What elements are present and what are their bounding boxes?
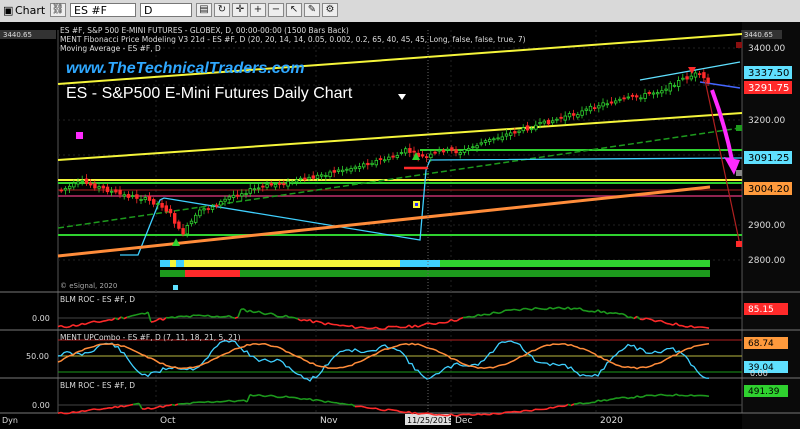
magenta-marker: [76, 132, 83, 139]
time-label: Nov: [320, 416, 338, 426]
chart-legend-line-1: ES #F, S&P 500 E-MINI FUTURES - GLOBEX, …: [60, 26, 349, 35]
crosshair-icon[interactable]: ✛: [232, 3, 248, 17]
zoom-in-icon[interactable]: +: [250, 3, 266, 17]
panel2-value-badge: 68.74: [748, 339, 774, 349]
cursor-date-label: 11/25/2019: [407, 416, 453, 425]
panel1-value-badge: 85.15: [748, 305, 774, 315]
red-end-marker: [736, 241, 742, 247]
panel2-tick: 50.00: [26, 352, 49, 361]
price-tick: 2900.00: [748, 221, 785, 231]
signal-band-top: [160, 260, 710, 267]
top-left-price: 3440.65: [3, 31, 32, 39]
toolbar: ▣ Chart ⛓ ES #F D ▤ ↻ ✛ + − ↖ ✎ ⚙: [0, 0, 800, 23]
price-tick: 3200.00: [748, 116, 785, 126]
symbol-input[interactable]: ES #F: [70, 3, 136, 17]
chart-legend-line-2: MENT Fibonacci Price Modeling V3 21d - E…: [60, 35, 526, 44]
chart-label: Chart: [15, 4, 46, 17]
darkred-end-marker: [736, 42, 742, 48]
green-end-marker: [736, 125, 742, 131]
panel1-legend: BLM ROC - ES #F, D: [60, 295, 135, 304]
top-right-price: 3440.65: [744, 31, 773, 39]
price-badge: 3091.25: [748, 153, 789, 164]
folder-icon[interactable]: ▤: [196, 3, 212, 17]
time-label: Dec: [455, 416, 472, 426]
copyright-label: © eSignal, 2020: [60, 282, 117, 290]
panel3-tick: 0.00: [32, 401, 50, 410]
watermark-url: www.TheTechnicalTraders.com: [66, 60, 305, 77]
signal-band-bottom: [160, 270, 710, 277]
chart-title: ES - S&P500 E-Mini Futures Daily Chart: [66, 85, 353, 102]
panel3-value-badge: 491.39: [748, 387, 780, 397]
panel2-legend: MENT UPCombo - ES #F, D (7, 11, 18, 21, …: [60, 333, 241, 342]
zoom-out-icon[interactable]: −: [268, 3, 284, 17]
refresh-icon[interactable]: ↻: [214, 3, 230, 17]
draw-icon[interactable]: ✎: [304, 3, 320, 17]
gray-end-marker: [736, 170, 742, 176]
price-badge: 3337.50: [748, 68, 789, 79]
price-badge: 3004.20: [748, 184, 789, 195]
price-badge: 3291.75: [748, 83, 789, 94]
yellow-marker-inner: [415, 203, 418, 206]
interval-input[interactable]: D: [140, 3, 192, 17]
price-tick: 2800.00: [748, 256, 785, 266]
panel1-tick: 0.00: [32, 314, 50, 323]
price-tick: 3400.00: [748, 44, 785, 54]
settings-icon[interactable]: ⚙: [322, 3, 338, 17]
panel2-tick-2: 0.00: [750, 369, 768, 378]
chart-window-icon: ▣: [3, 4, 14, 17]
time-label: Oct: [160, 416, 176, 426]
price-chart[interactable]: ES #F, S&P 500 E-MINI FUTURES - GLOBEX, …: [0, 22, 800, 429]
panel3-legend: BLM ROC - ES #F, D: [60, 381, 135, 390]
dyn-label[interactable]: Dyn: [2, 416, 18, 425]
cursor-icon[interactable]: ↖: [286, 3, 302, 17]
chart-legend-line-3: Moving Average - ES #F, D: [60, 44, 161, 53]
time-label: 2020: [600, 416, 623, 426]
link-icon[interactable]: ⛓: [50, 3, 66, 17]
cyan-small-marker: [173, 285, 178, 290]
